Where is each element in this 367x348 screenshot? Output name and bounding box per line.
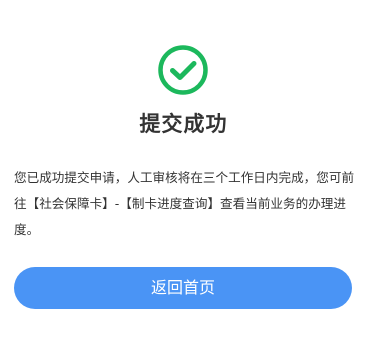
- back-home-button[interactable]: 返回首页: [14, 267, 352, 309]
- check-circle-icon: [158, 45, 208, 95]
- page-title: 提交成功: [139, 112, 228, 136]
- result-message: 您已成功提交申请，人工审核将在三个工作日内完成，您可前往【社会保障卡】-【制卡进…: [14, 170, 355, 237]
